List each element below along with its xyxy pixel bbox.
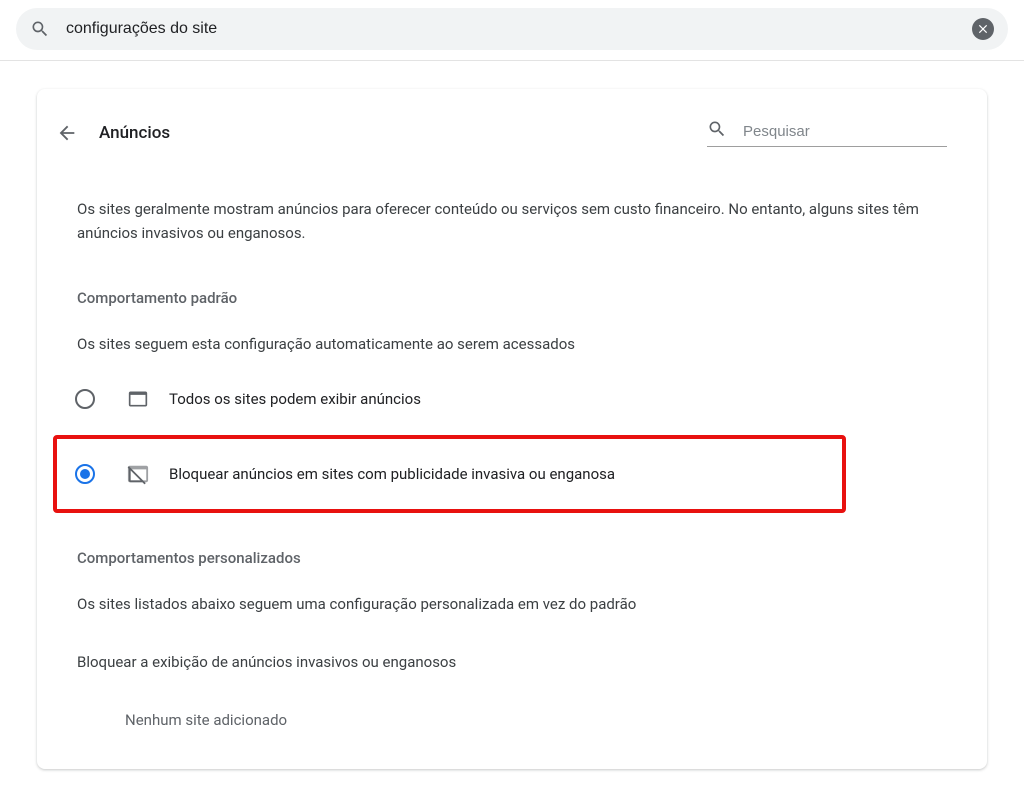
radio-option-block[interactable]: Bloquear anúncios em sites com publicida… <box>75 439 782 509</box>
panel-search-input[interactable] <box>743 123 947 140</box>
top-search-input[interactable] <box>66 20 972 38</box>
radio-icon-selected <box>75 464 95 484</box>
no-sites-text: Nenhum site adicionado <box>125 711 947 729</box>
custom-behavior-subtitle: Os sites listados abaixo seguem uma conf… <box>77 595 947 613</box>
panel-header: Anúncios <box>77 115 947 151</box>
highlighted-selected-option: Bloquear anúncios em sites com publicida… <box>53 435 846 513</box>
search-icon <box>30 19 50 39</box>
top-search-bar[interactable] <box>16 8 1008 50</box>
default-behavior-title: Comportamento padrão <box>77 289 947 307</box>
page-description: Os sites geralmente mostram anúncios par… <box>77 197 947 245</box>
ads-allow-icon <box>127 389 149 409</box>
top-search-container <box>0 0 1024 61</box>
settings-panel: Anúncios Os sites geralmente mostram anú… <box>37 89 987 769</box>
radio-icon <box>75 389 95 409</box>
default-behavior-subtitle: Os sites seguem esta configuração automa… <box>77 335 947 353</box>
page-title: Anúncios <box>99 123 170 143</box>
search-icon <box>707 119 727 143</box>
radio-option-allow-label: Todos os sites podem exibir anúncios <box>169 390 421 408</box>
panel-search[interactable] <box>707 119 947 147</box>
custom-behavior-title: Comportamentos personalizados <box>77 549 947 567</box>
radio-option-block-label: Bloquear anúncios em sites com publicida… <box>169 465 615 483</box>
block-section-title: Bloquear a exibição de anúncios invasivo… <box>77 653 947 671</box>
radio-option-allow[interactable]: Todos os sites podem exibir anúncios <box>75 381 947 417</box>
ads-block-icon <box>127 463 149 485</box>
clear-search-button[interactable] <box>972 18 994 40</box>
back-button[interactable] <box>49 115 85 151</box>
